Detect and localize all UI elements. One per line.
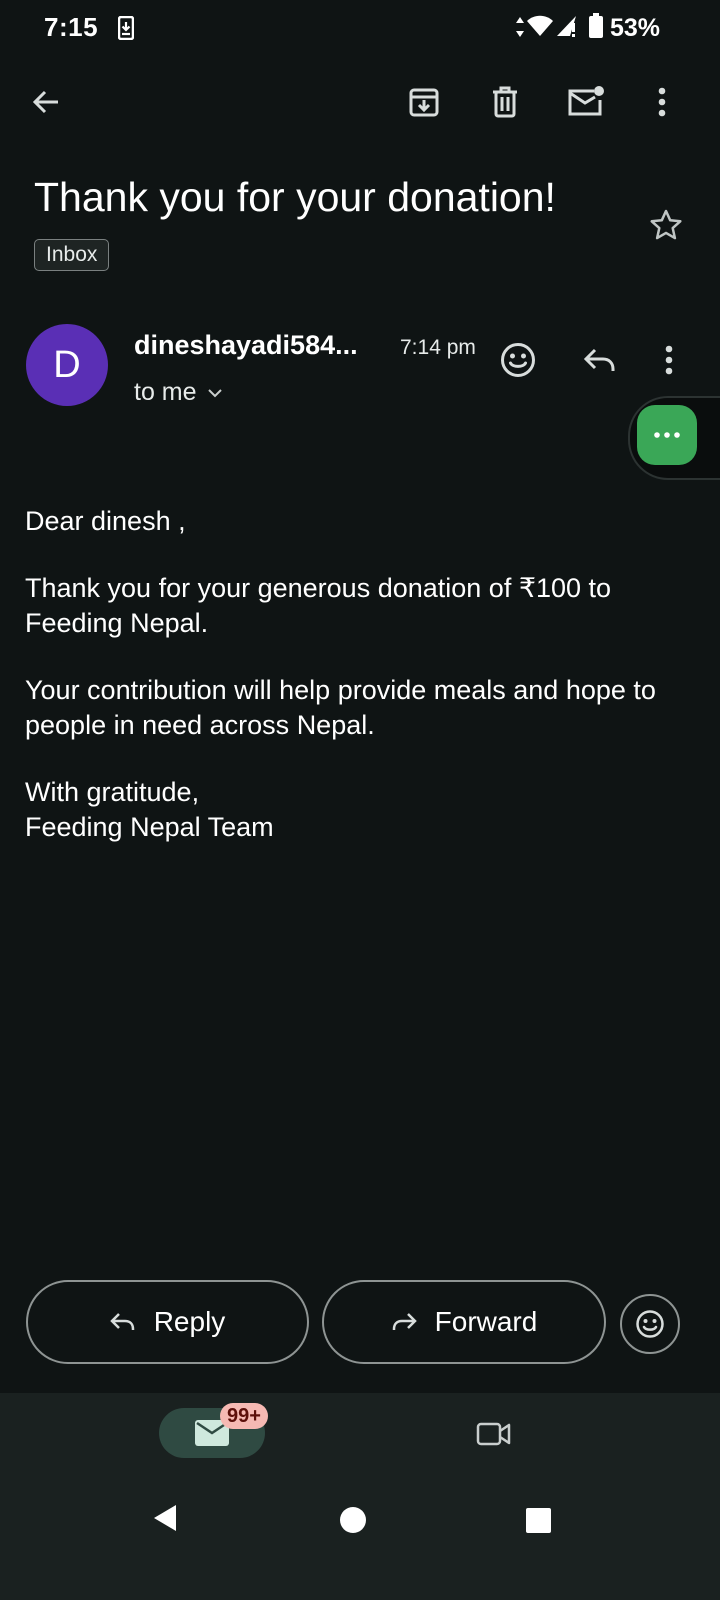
email-subject: Thank you for your donation! [34,174,556,220]
data-transfer-icon [514,15,526,39]
archive-icon [408,86,440,118]
add-reaction-button[interactable] [496,338,540,382]
wifi-icon [526,15,554,37]
unread-count-badge: 99+ [220,1403,268,1429]
forward-button[interactable]: Forward [322,1280,606,1364]
body-closing: With gratitude, Feeding Nepal Team [25,775,695,845]
recipient-details-toggle[interactable]: to me [134,378,223,407]
reply-label: Reply [153,1306,226,1337]
more-options-button[interactable] [644,78,680,126]
chevron-down-icon [207,388,223,398]
star-icon [649,208,683,242]
system-home-button[interactable] [340,1507,366,1533]
system-recents-button[interactable] [526,1508,551,1533]
sent-time: 7:14 pm [400,336,476,359]
reply-icon [583,347,617,373]
more-vert-icon [665,345,673,375]
body-paragraph: Thank you for your generous donation of … [25,573,612,638]
message-more-button[interactable] [652,338,686,382]
body-paragraph: Your contribution will help provide meal… [25,675,656,740]
meet-tab[interactable] [470,1412,518,1456]
sender-name[interactable]: dineshayadi584... [134,330,358,361]
arrow-left-icon [31,87,61,117]
signature: Feeding Nepal Team [25,812,274,842]
forward-icon [391,1312,417,1332]
battery-icon [588,13,604,39]
video-camera-icon [476,1421,512,1447]
back-button[interactable] [22,78,70,126]
mark-unread-icon [567,86,605,118]
smiley-icon [635,1309,665,1339]
forward-label: Forward [434,1306,538,1337]
reply-icon-button[interactable] [578,338,622,382]
chat-bubble-button[interactable] [637,405,697,465]
sender-avatar[interactable]: D [26,324,108,406]
smiley-icon [500,342,536,378]
inbox-label-chip[interactable]: Inbox [34,239,110,271]
delete-button[interactable] [481,78,529,126]
emoji-reaction-button[interactable] [620,1294,680,1354]
battery-percentage: 53% [609,14,660,42]
reply-button[interactable]: Reply [26,1280,309,1364]
trash-icon [490,86,520,118]
cell-signal-icon [556,15,578,37]
more-horiz-icon [654,432,680,438]
email-body: Dear dinesh , Thank you for your generou… [25,504,695,845]
star-button[interactable] [644,203,688,247]
reply-icon [109,1312,136,1332]
mark-unread-button[interactable] [562,78,610,126]
recipient-text: to me [134,378,197,406]
status-time: 7:15 [44,12,99,42]
closing-line: With gratitude, [25,777,200,807]
body-greeting: Dear dinesh , [25,506,186,536]
system-back-button[interactable] [152,1503,178,1533]
bottom-navigation [0,1393,720,1600]
more-vert-icon [658,87,666,117]
archive-button[interactable] [400,78,448,126]
download-notification-icon [118,16,134,40]
